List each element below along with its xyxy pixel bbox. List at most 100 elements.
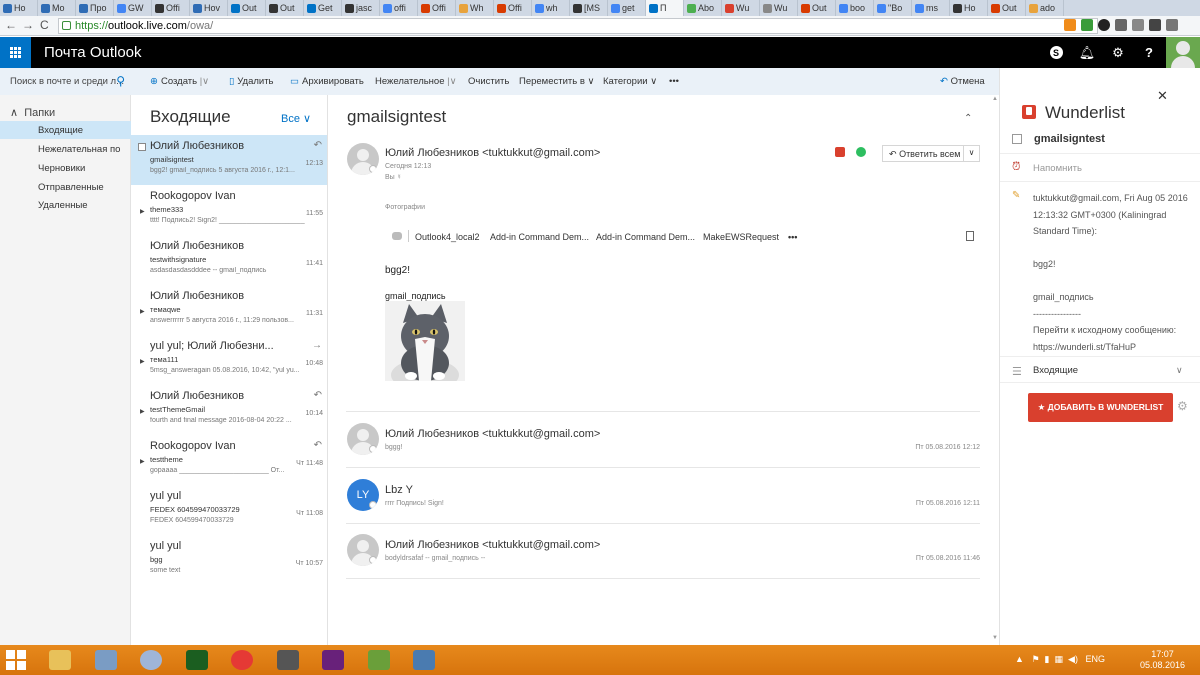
addin-outlook4-local2[interactable]: Outlook4_local2 xyxy=(415,232,480,242)
folder-inbox[interactable]: Входящие xyxy=(0,121,131,139)
move-button[interactable]: Переместить в ∨ xyxy=(519,76,594,87)
expand-thread-icon[interactable]: ▶ xyxy=(140,358,145,365)
browser-tab[interactable]: Out xyxy=(228,0,266,16)
addin-more-button[interactable]: ••• xyxy=(788,232,797,242)
message-row[interactable]: ▶ Rookogopov Ivan theme333 tttt! Подпись2! … xyxy=(131,185,327,235)
menu-icon[interactable] xyxy=(1166,19,1178,31)
windows-start-icon[interactable] xyxy=(6,650,26,670)
app-launcher-icon[interactable] xyxy=(0,37,31,68)
reading-scrollbar[interactable]: ▲ ▼ xyxy=(991,95,999,645)
browser-tab[interactable]: GW xyxy=(114,0,152,16)
browser-tab[interactable]: П xyxy=(646,0,684,16)
browser-tab[interactable]: Out xyxy=(798,0,836,16)
browser-tab[interactable]: get xyxy=(608,0,646,16)
browser-tab[interactable]: Ho xyxy=(0,0,38,16)
gear-icon[interactable]: ⚙ xyxy=(1103,37,1133,68)
wunderlist-icon[interactable] xyxy=(835,147,845,157)
extension-icon[interactable] xyxy=(1149,19,1161,31)
extension-icon[interactable] xyxy=(1064,19,1076,31)
clipboard-icon[interactable] xyxy=(966,231,974,241)
folder-drafts[interactable]: Черновики xyxy=(0,159,131,177)
browser-tab[interactable]: boo xyxy=(836,0,874,16)
message-row[interactable]: Юлий Любезников gmailsigntest bgg2! gmail_… xyxy=(131,135,327,185)
message-row[interactable]: yul yul bgg some text Чт 10:57 xyxy=(131,535,327,585)
browser-tab[interactable]: Offi xyxy=(494,0,532,16)
kitten-photo[interactable] xyxy=(385,301,465,381)
expand-thread-icon[interactable]: ▶ xyxy=(140,458,145,465)
thread-sender[interactable]: Lbz Y xyxy=(385,484,413,496)
sender-avatar[interactable]: LY xyxy=(347,479,379,511)
extension-icon[interactable] xyxy=(1098,19,1110,31)
browser-tab[interactable]: Mo xyxy=(38,0,76,16)
back-icon[interactable]: ← xyxy=(5,18,17,32)
folder-deleted[interactable]: Удаленные xyxy=(0,196,131,214)
more-commands-button[interactable]: ••• xyxy=(669,76,679,87)
volume-icon[interactable]: ◀) xyxy=(1068,654,1078,664)
sender-avatar[interactable] xyxy=(347,423,379,455)
forward-icon[interactable]: → xyxy=(22,18,34,32)
clock[interactable]: 17:07 05.08.2016 xyxy=(1140,649,1185,671)
junk-button[interactable]: Нежелательное |∨ xyxy=(375,76,457,87)
expand-thread-icon[interactable]: ▶ xyxy=(140,408,145,415)
chrome-icon[interactable] xyxy=(220,647,264,673)
task-title[interactable]: gmailsigntest xyxy=(1034,133,1105,145)
list-selector[interactable]: Входящие xyxy=(1033,365,1078,376)
evernote-icon[interactable] xyxy=(856,147,866,157)
bell-icon[interactable]: 🔔︎ xyxy=(1072,37,1102,68)
flag-icon[interactable]: ⚑ xyxy=(1031,654,1039,664)
expand-thread-icon[interactable]: ▶ xyxy=(140,208,145,215)
thread-sender[interactable]: Юлий Любезников <tuktukkut@gmail.com> xyxy=(385,428,600,440)
browser-tab[interactable]: offi xyxy=(380,0,418,16)
browser-tab[interactable]: Abo xyxy=(684,0,722,16)
chevron-down-icon[interactable]: ∨ xyxy=(963,146,979,161)
sender-name[interactable]: Юлий Любезников <tuktukkut@gmail.com> xyxy=(385,147,600,159)
browser-tab[interactable]: Out xyxy=(266,0,304,16)
categories-button[interactable]: Категории ∨ xyxy=(603,76,657,87)
browser-tab[interactable]: ado xyxy=(1026,0,1064,16)
browser-tab[interactable]: Offi xyxy=(152,0,190,16)
browser-tab[interactable]: [MS xyxy=(570,0,608,16)
webstorm-icon[interactable] xyxy=(175,647,219,673)
undo-button[interactable]: ↶ Отмена xyxy=(940,76,985,87)
browser-tab[interactable]: ms xyxy=(912,0,950,16)
visual-studio-icon[interactable] xyxy=(311,647,355,673)
browser-tab[interactable]: wh xyxy=(532,0,570,16)
task-checkbox[interactable] xyxy=(1012,134,1022,144)
browser-tab[interactable]: jasc xyxy=(342,0,380,16)
network-icon[interactable]: ▦ xyxy=(1055,654,1064,664)
search-input[interactable]: Поиск в почте и среди л... ⚲ xyxy=(0,68,131,95)
message-row[interactable]: ▶ Юлий Любезников темаqwe answerrrrrr 5 авг… xyxy=(131,285,327,335)
remind-field[interactable]: Напомнить xyxy=(1033,163,1082,174)
user-avatar[interactable] xyxy=(1166,37,1200,68)
browser-tab[interactable]: Get xyxy=(304,0,342,16)
browser-tab[interactable]: "Bo xyxy=(874,0,912,16)
expand-thread-icon[interactable]: ▶ xyxy=(140,308,145,315)
chrome-canary-icon[interactable] xyxy=(129,647,173,673)
add-to-wunderlist-button[interactable]: ★ ДОБАВИТЬ В WUNDERLIST xyxy=(1028,393,1173,422)
message-row[interactable]: Юлий Любезников testwithsignature asdasdas… xyxy=(131,235,327,285)
message-row[interactable]: yul yul FEDEX 604599470033729 FEDEX 604599… xyxy=(131,485,327,535)
app-title[interactable]: Почта Outlook xyxy=(44,44,142,61)
search-icon[interactable]: ⚲ xyxy=(116,74,125,88)
folder-sent[interactable]: Отправленные xyxy=(0,178,131,196)
extension-icon[interactable] xyxy=(1132,19,1144,31)
browser-tab[interactable]: Out xyxy=(988,0,1026,16)
sender-avatar[interactable] xyxy=(347,143,379,175)
folders-header[interactable]: ∧ Папки xyxy=(10,106,55,119)
browser-tab[interactable]: Offi xyxy=(418,0,456,16)
skype-icon[interactable]: S xyxy=(1041,37,1071,68)
reply-all-button[interactable]: ↶ Ответить всем ∨ xyxy=(882,145,980,162)
file-explorer-icon[interactable] xyxy=(38,647,82,673)
close-icon[interactable]: ✕ xyxy=(1157,88,1168,104)
sweep-button[interactable]: Очистить xyxy=(468,76,509,87)
gear-icon[interactable]: ⚙ xyxy=(1177,399,1188,413)
browser-tab[interactable]: Ho xyxy=(950,0,988,16)
help-icon[interactable]: ? xyxy=(1134,37,1164,68)
message-row[interactable]: ▶ Юлий Любезников testThemeGmail fourth and… xyxy=(131,385,327,435)
addin-command-demo-1[interactable]: Add-in Command Dem... xyxy=(490,232,589,242)
network-app-icon[interactable] xyxy=(84,647,128,673)
browser-tab[interactable]: Wh xyxy=(456,0,494,16)
thread-sender[interactable]: Юлий Любезников <tuktukkut@gmail.com> xyxy=(385,539,600,551)
addin-make-ews-request[interactable]: MakeEWSRequest xyxy=(703,232,779,242)
task-note[interactable]: tuktukkut@gmail.com, Fri Aug 05 2016 12:1… xyxy=(1033,190,1196,355)
